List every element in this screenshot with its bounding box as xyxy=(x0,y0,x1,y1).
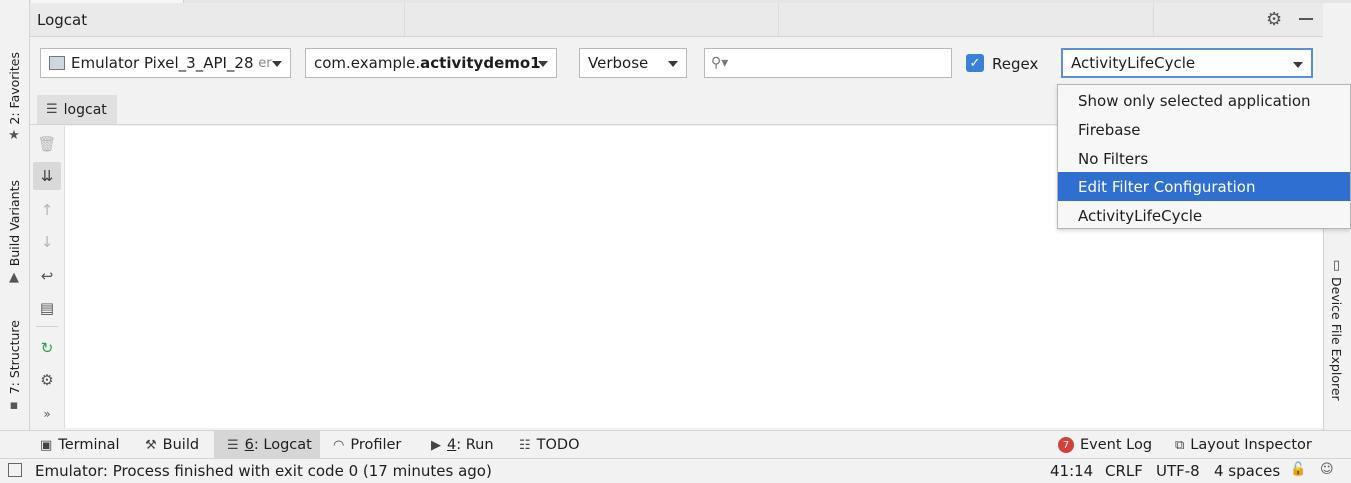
tab-event-log-label: Event Log xyxy=(1080,437,1153,453)
file-encoding[interactable]: UTF-8 xyxy=(1156,462,1200,480)
filter-value: ActivityLifeCycle xyxy=(1071,54,1196,72)
chevron-down-icon xyxy=(272,61,282,67)
soft-wrap-icon[interactable]: ↩ xyxy=(33,262,61,290)
menu-item-no-filters[interactable]: No Filters xyxy=(1058,144,1350,173)
toggle-tool-windows-icon[interactable] xyxy=(8,463,22,477)
event-log-badge: 7 xyxy=(1058,437,1074,453)
divider xyxy=(778,3,779,36)
device-icon xyxy=(49,56,65,70)
filter-dropdown-menu: Show only selected application Firebase … xyxy=(1057,84,1351,229)
list-icon: ☷ xyxy=(519,437,531,453)
divider xyxy=(1153,3,1154,36)
tab-layout-inspector[interactable]: ⧉ Layout Inspector xyxy=(1175,431,1312,459)
tab-todo-label: TODO xyxy=(536,437,580,453)
tab-event-log[interactable]: 7 Event Log xyxy=(1058,431,1152,459)
trash-icon[interactable]: 🗑 xyxy=(33,130,61,158)
left-tool-strip: 2: Favorites ★ Build Variants ▲ 7: Struc… xyxy=(0,0,30,430)
regex-label: Regex xyxy=(992,55,1039,73)
hammer-icon: ⚒ xyxy=(145,437,157,453)
tab-build[interactable]: ⚒ Build xyxy=(145,431,209,459)
tab-logcat-mnemonic: 6 xyxy=(244,437,254,453)
favorites-label: 2: Favorites xyxy=(6,52,22,125)
inspector-person-icon[interactable]: ☺ xyxy=(1320,462,1334,477)
chevron-down-icon xyxy=(1293,62,1303,68)
gauge-icon: ◠ xyxy=(333,437,345,453)
android-icon: ▲ xyxy=(9,269,19,285)
minimize-icon[interactable] xyxy=(1299,18,1313,20)
search-input[interactable]: ⚲▾ xyxy=(704,48,952,78)
log-level-value: Verbose xyxy=(588,54,649,72)
tab-build-label: Build xyxy=(162,437,200,453)
tab-logcat[interactable]: ☰ logcat xyxy=(37,95,117,124)
tab-build-variants[interactable]: Build Variants ▲ xyxy=(2,180,26,285)
lines-icon: ☰ xyxy=(227,437,239,453)
arrow-down-icon[interactable]: ↓ xyxy=(33,228,61,256)
tab-device-file-explorer[interactable]: ▯ Device File Explorer xyxy=(1329,258,1344,401)
device-select[interactable]: Emulator Pixel_3_API_28 er xyxy=(40,48,291,78)
tab-terminal-label: Terminal xyxy=(58,437,120,453)
restart-icon[interactable]: ↻ xyxy=(33,334,61,362)
inspector-icon: ⧉ xyxy=(1175,437,1185,453)
filter-select[interactable]: ActivityLifeCycle xyxy=(1061,48,1313,78)
print-icon[interactable]: ▤ xyxy=(33,294,61,322)
menu-item-firebase[interactable]: Firebase xyxy=(1058,115,1350,144)
tab-profiler-label: Profiler xyxy=(350,437,402,453)
tab-favorites[interactable]: 2: Favorites ★ xyxy=(2,52,26,143)
structure-icon: ▪ xyxy=(9,397,19,413)
menu-item-show-only-selected[interactable]: Show only selected application xyxy=(1058,86,1350,115)
tab-logcat-bottom-label: : Logcat xyxy=(253,437,312,453)
device-file-explorer-label: Device File Explorer xyxy=(1329,277,1344,401)
regex-checkbox[interactable]: ✓ xyxy=(966,54,984,72)
right-tool-strip: ▯ Device File Explorer xyxy=(1323,228,1351,430)
device-name: Emulator Pixel_3_API_28 xyxy=(71,54,254,72)
lock-icon[interactable]: 🔓 xyxy=(1290,462,1306,477)
line-separator[interactable]: CRLF xyxy=(1105,462,1143,480)
tab-run-label: : Run xyxy=(456,437,494,453)
build-variants-label: Build Variants xyxy=(6,180,22,267)
package-prefix: com.example. xyxy=(314,54,421,72)
cursor-position[interactable]: 41:14 xyxy=(1050,462,1093,480)
tab-run-mnemonic: 4 xyxy=(447,437,457,453)
status-message[interactable]: Emulator: Process finished with exit cod… xyxy=(35,462,492,480)
chevron-down-icon xyxy=(538,61,548,67)
device-name-truncated: er xyxy=(258,55,272,71)
tab-profiler[interactable]: ◠ Profiler xyxy=(333,431,401,459)
structure-label: 7: Structure xyxy=(6,320,22,395)
indent-setting[interactable]: 4 spaces xyxy=(1214,462,1280,480)
logcat-side-toolbar: 🗑 ⇊ ↑ ↓ ↩ ▤ ↻ ⚙ » xyxy=(30,126,65,428)
scroll-to-end-icon[interactable]: ⇊ xyxy=(33,162,61,190)
arrow-up-icon[interactable]: ↑ xyxy=(33,196,61,224)
search-icon: ⚲▾ xyxy=(711,55,729,71)
menu-item-edit-filter-configuration[interactable]: Edit Filter Configuration xyxy=(1058,172,1350,201)
chevron-down-icon xyxy=(668,61,678,67)
more-icon[interactable]: » xyxy=(33,400,61,428)
tab-terminal[interactable]: ▣ Terminal xyxy=(40,431,130,459)
lines-icon: ☰ xyxy=(46,102,58,117)
menu-item-activitylifecycle[interactable]: ActivityLifeCycle xyxy=(1058,201,1350,230)
star-icon: ★ xyxy=(8,128,20,144)
status-bar: Emulator: Process finished with exit cod… xyxy=(0,458,1351,483)
settings-icon[interactable]: ⚙ xyxy=(33,366,61,394)
phone-icon: ▯ xyxy=(1332,258,1341,273)
tab-logcat-bottom[interactable]: ☰ 6: Logcat xyxy=(214,431,320,459)
tab-structure[interactable]: 7: Structure ▪ xyxy=(2,320,26,413)
log-level-select[interactable]: Verbose xyxy=(579,48,687,78)
tab-layout-inspector-label: Layout Inspector xyxy=(1190,437,1312,453)
terminal-icon: ▣ xyxy=(40,437,53,453)
tab-todo[interactable]: ☷ TODO xyxy=(519,431,580,459)
play-icon: ▶ xyxy=(431,437,441,453)
package-name: activitydemo1 xyxy=(420,54,541,72)
panel-header: Logcat ⚙ xyxy=(29,3,1323,37)
bottom-tool-tabs: ▣ Terminal ⚒ Build ☰ 6: Logcat ◠ Profiler ▶ 4… xyxy=(0,430,1351,459)
divider xyxy=(36,326,58,327)
tab-run[interactable]: ▶ 4: Run xyxy=(431,431,494,459)
panel-title: Logcat xyxy=(37,11,88,29)
gear-icon[interactable]: ⚙ xyxy=(1266,9,1282,30)
divider xyxy=(404,3,405,36)
tab-logcat-label: logcat xyxy=(63,101,107,118)
package-select[interactable]: com.example. activitydemo1 xyxy=(305,48,557,78)
